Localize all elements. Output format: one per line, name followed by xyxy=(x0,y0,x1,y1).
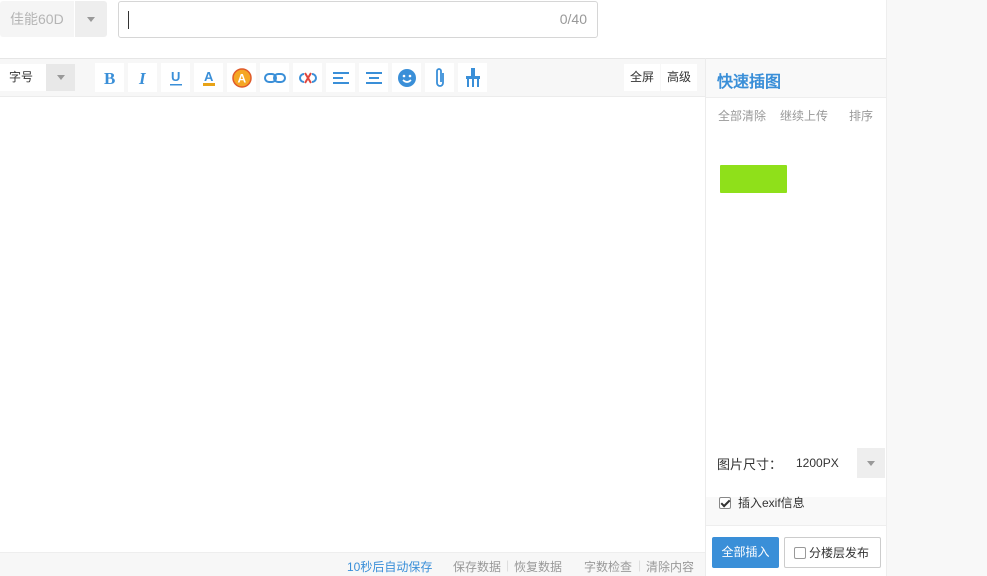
chevron-down-icon xyxy=(867,460,875,466)
font-color-icon: A xyxy=(202,69,215,86)
editor-content-area[interactable] xyxy=(0,97,705,552)
underline-icon: U xyxy=(169,69,182,85)
align-left-button[interactable] xyxy=(326,63,355,92)
title-field[interactable]: 0/40 xyxy=(118,1,598,38)
link-icon xyxy=(263,72,286,83)
attachment-icon xyxy=(435,67,444,87)
clear-content-link[interactable]: 清除内容 xyxy=(646,558,694,575)
category-select[interactable]: 佳能60D xyxy=(0,1,107,37)
separator: | xyxy=(638,558,642,572)
category-dropdown-button[interactable] xyxy=(74,1,107,37)
fullscreen-button[interactable]: 全屏 xyxy=(624,64,661,91)
floor-publish-label: 分楼层发布 xyxy=(809,546,870,560)
italic-icon: I xyxy=(138,69,147,87)
font-size-dropdown-button[interactable] xyxy=(46,64,75,91)
editor-toolbar: 字号 B I U A A 全屏 高级 xyxy=(0,59,705,97)
clear-format-icon xyxy=(465,67,480,87)
image-thumbnail[interactable] xyxy=(720,165,787,193)
sort-link[interactable]: 排序 xyxy=(849,107,873,124)
exif-label: 插入exif信息 xyxy=(738,496,805,510)
save-data-link[interactable]: 保存数据 xyxy=(453,558,501,575)
svg-text:A: A xyxy=(237,71,246,85)
autosave-status: 10秒后自动保存 xyxy=(347,560,433,574)
image-size-label: 图片尺寸： xyxy=(717,457,783,472)
background-color-icon: A xyxy=(231,67,252,88)
font-color-button[interactable]: A xyxy=(194,63,223,92)
align-center-icon xyxy=(365,71,382,84)
separator: | xyxy=(506,558,510,572)
svg-text:B: B xyxy=(104,69,115,87)
title-input[interactable] xyxy=(127,9,527,31)
bold-icon: B xyxy=(104,69,115,87)
exif-checkbox[interactable] xyxy=(719,496,731,509)
quick-insert-image-panel: 快速插图 全部清除 继续上传 排序 图片尺寸： 1200PX 插入exif信息 … xyxy=(705,58,886,576)
align-left-icon xyxy=(332,71,349,84)
background-color-button[interactable]: A xyxy=(227,63,256,92)
bold-button[interactable]: B xyxy=(95,63,124,92)
continue-upload-link[interactable]: 继续上传 xyxy=(780,107,828,124)
underline-button[interactable]: U xyxy=(161,63,190,92)
editor-statusbar: 10秒后自动保存 保存数据 | 恢复数据 字数检查 | 清除内容 xyxy=(0,552,705,576)
font-size-select[interactable]: 字号 xyxy=(0,64,75,91)
svg-text:U: U xyxy=(171,69,180,84)
exif-option[interactable]: 插入exif信息 xyxy=(719,494,805,511)
advanced-button[interactable]: 高级 xyxy=(661,64,698,91)
unlink-button[interactable] xyxy=(293,63,322,92)
font-size-label: 字号 xyxy=(0,64,46,91)
unlink-icon xyxy=(298,71,317,84)
text-cursor xyxy=(128,11,129,29)
page-gutter xyxy=(886,0,987,576)
chevron-down-icon xyxy=(56,75,65,80)
image-size-select[interactable]: 1200PX xyxy=(787,448,885,478)
svg-text:A: A xyxy=(204,69,214,84)
floor-publish-option[interactable]: 分楼层发布 xyxy=(784,537,881,568)
clear-format-button[interactable] xyxy=(458,63,487,92)
panel-footer: 全部插入 分楼层发布 xyxy=(706,525,886,576)
chevron-down-icon xyxy=(87,16,95,22)
word-check-link[interactable]: 字数检查 xyxy=(584,558,632,575)
svg-text:I: I xyxy=(138,69,147,87)
clear-all-link[interactable]: 全部清除 xyxy=(718,107,766,124)
emoji-button[interactable] xyxy=(392,63,421,92)
insert-all-button[interactable]: 全部插入 xyxy=(712,537,779,568)
panel-title: 快速插图 xyxy=(717,74,782,91)
category-value: 佳能60D xyxy=(0,1,74,37)
rich-text-editor: 字号 B I U A A 全屏 高级 10秒后自动保存 保存数据 | 恢复数据 … xyxy=(0,58,705,576)
image-size-row: 图片尺寸： 1200PX xyxy=(706,437,886,487)
link-button[interactable] xyxy=(260,63,289,92)
align-center-button[interactable] xyxy=(359,63,388,92)
italic-button[interactable]: I xyxy=(128,63,157,92)
title-char-counter: 0/40 xyxy=(559,11,587,27)
attachment-button[interactable] xyxy=(425,63,454,92)
restore-data-link[interactable]: 恢复数据 xyxy=(514,558,562,575)
emoji-icon xyxy=(397,68,416,87)
image-size-dropdown-button[interactable] xyxy=(857,448,885,478)
image-size-value: 1200PX xyxy=(787,448,857,478)
floor-publish-checkbox[interactable] xyxy=(794,546,806,559)
